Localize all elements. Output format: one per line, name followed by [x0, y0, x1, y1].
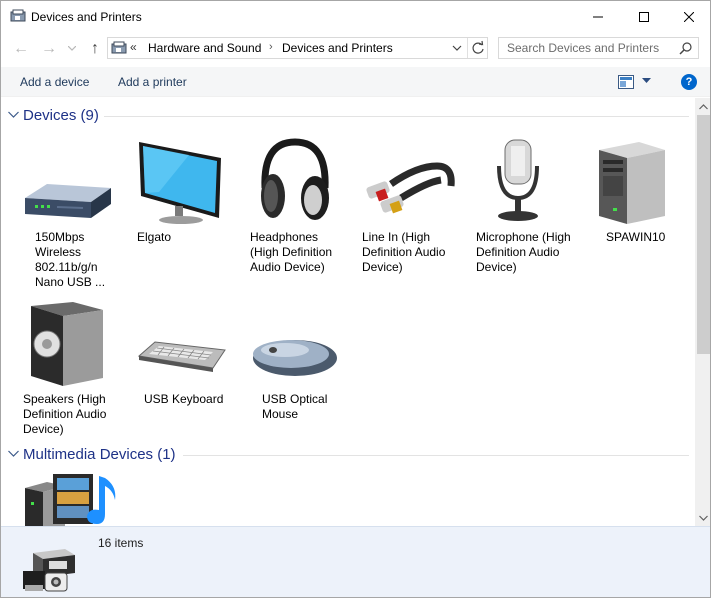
device-usb-keyboard[interactable]: USB Keyboard	[129, 298, 233, 418]
change-view-icon[interactable]	[618, 75, 634, 89]
title-bar[interactable]: Devices and Printers	[1, 1, 710, 32]
chevron-up-icon	[699, 103, 708, 109]
minimize-button[interactable]	[575, 1, 621, 32]
chevron-down-icon	[699, 515, 708, 521]
speaker-icon	[31, 302, 103, 386]
group-header-multimedia[interactable]: Multimedia Devices (1)	[1, 445, 689, 467]
device-speakers[interactable]: Speakers (High Definition Audio Device)	[17, 298, 121, 438]
computer-tower-icon	[599, 142, 665, 224]
device-media-server[interactable]	[17, 472, 121, 526]
device-label: Microphone (High Definition Audio Device…	[476, 230, 571, 274]
chevron-down-icon[interactable]	[449, 40, 465, 56]
maximize-icon	[639, 11, 649, 22]
device-label: Speakers (High Definition Audio Device)	[23, 392, 107, 436]
view-options-chevron-icon[interactable]	[642, 78, 651, 84]
help-button[interactable]: ?	[681, 74, 697, 90]
chevron-down-icon[interactable]	[8, 450, 19, 458]
command-bar: Add a device Add a printer ?	[1, 67, 710, 97]
search-box[interactable]	[498, 37, 699, 59]
devices-and-printers-icon	[111, 41, 127, 54]
device-line-in[interactable]: Line In (High Definition Audio Device)	[357, 136, 461, 286]
vertical-scrollbar[interactable]	[695, 98, 710, 526]
refresh-icon[interactable]	[467, 38, 488, 58]
search-icon[interactable]	[679, 41, 693, 55]
maximize-button[interactable]	[621, 1, 667, 32]
minimize-icon	[593, 16, 603, 17]
microphone-icon	[497, 139, 539, 221]
back-button[interactable]: ←	[11, 39, 31, 59]
scrollbar-thumb[interactable]	[697, 115, 710, 354]
details-pane: 16 items	[1, 526, 710, 597]
scroll-up-button[interactable]	[695, 98, 710, 115]
device-headphones[interactable]: Headphones (High Definition Audio Device…	[243, 136, 347, 286]
breadcrumb-separator[interactable]: ›	[269, 41, 273, 53]
rca-cable-icon	[366, 162, 455, 214]
device-microphone[interactable]: Microphone (High Definition Audio Device…	[471, 136, 575, 286]
headphones-icon	[261, 138, 329, 220]
group-header-devices[interactable]: Devices (9)	[1, 106, 689, 128]
media-server-icon	[25, 474, 116, 526]
chevron-down-icon[interactable]	[8, 111, 19, 119]
add-printer-button[interactable]: Add a printer	[118, 75, 187, 89]
keyboard-icon	[137, 341, 226, 372]
group-divider	[183, 455, 689, 456]
item-count: 16 items	[98, 536, 144, 550]
device-label: Elgato	[137, 230, 172, 244]
devices-and-printers-window: Devices and Printers ← → ↑ « Hardware an…	[0, 0, 711, 598]
device-label: SPAWIN10	[606, 230, 666, 244]
monitor-icon	[139, 142, 221, 224]
up-button[interactable]: ↑	[85, 39, 105, 59]
window-title: Devices and Printers	[31, 10, 142, 24]
group-divider	[104, 116, 689, 117]
add-device-button[interactable]: Add a device	[20, 75, 89, 89]
device-list[interactable]: Devices (9) 150Mbps Wireless 802.11b/g/n…	[1, 98, 695, 526]
search-input[interactable]	[499, 38, 682, 58]
recent-locations-chevron-icon[interactable]	[68, 46, 76, 52]
group-title-multimedia: Multimedia Devices (1)	[23, 446, 176, 463]
breadcrumb-hardware-and-sound[interactable]: Hardware and Sound	[148, 41, 261, 55]
device-spawin10[interactable]: SPAWIN10	[583, 136, 687, 256]
group-title-devices: Devices (9)	[23, 107, 99, 124]
device-label: Line In (High Definition Audio Device)	[362, 230, 446, 274]
address-bar[interactable]: « Hardware and Sound › Devices and Print…	[107, 37, 488, 59]
device-wireless-adapter[interactable]: 150Mbps Wireless 802.11b/g/n Nano USB ..…	[17, 136, 121, 289]
scroll-down-button[interactable]	[695, 509, 710, 526]
device-label: Headphones (High Definition Audio Device…	[250, 230, 333, 274]
breadcrumb-devices-and-printers[interactable]: Devices and Printers	[282, 41, 393, 55]
mouse-icon	[253, 340, 337, 376]
device-usb-optical-mouse[interactable]: USB Optical Mouse	[243, 298, 347, 438]
forward-button[interactable]: →	[39, 39, 59, 59]
device-label: USB Keyboard	[144, 392, 224, 406]
wireless-adapter-icon	[25, 184, 111, 218]
devices-and-printers-icon	[10, 9, 26, 22]
devices-and-printers-icon	[23, 549, 75, 592]
close-button[interactable]	[666, 1, 710, 32]
close-icon	[684, 11, 694, 22]
device-label: USB Optical Mouse	[262, 392, 328, 421]
address-overflow[interactable]: «	[130, 40, 137, 54]
device-elgato[interactable]: Elgato	[129, 136, 233, 256]
device-label: 150Mbps Wireless 802.11b/g/n Nano USB ..…	[35, 230, 106, 289]
